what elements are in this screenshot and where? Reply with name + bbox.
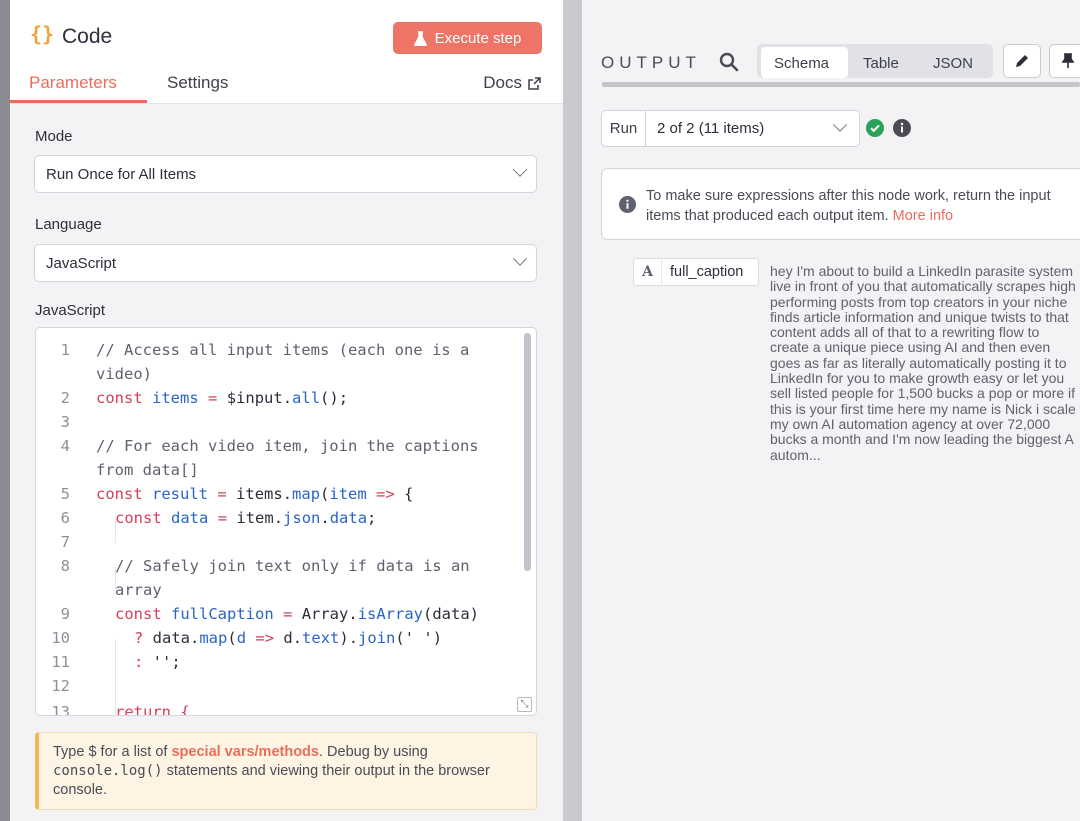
node-title[interactable]: Code	[62, 25, 112, 49]
success-check-icon	[866, 119, 884, 137]
code-editor[interactable]: 1 // Access all input items (each one is…	[35, 327, 537, 716]
edit-output-button[interactable]	[1003, 44, 1041, 78]
output-view-tabs: Schema Table JSON	[757, 44, 993, 78]
mode-value: Run Once for All Items	[46, 165, 197, 183]
code-line-9: const fullCaption = Array.isArray(data)	[115, 605, 480, 623]
execute-step-label: Execute step	[434, 29, 522, 47]
code-line-10: ? data.map(d => d.text).join(' ')	[134, 629, 443, 647]
node-header: {} Code Execute step Parameters Settings…	[10, 0, 563, 104]
tab-table[interactable]: Table	[863, 55, 899, 72]
info-icon[interactable]	[893, 119, 911, 137]
tab-parameters[interactable]: Parameters	[29, 73, 117, 93]
code-braces-icon: {}	[30, 22, 55, 46]
search-icon[interactable]	[719, 52, 739, 72]
notice-text: To make sure expressions after this node…	[646, 188, 1051, 224]
mode-select[interactable]: Run Once for All Items	[34, 155, 537, 193]
code-line-5: const result = items.map(item => {	[96, 485, 414, 503]
active-tab-indicator	[10, 100, 147, 103]
code-line-6: const data = item.json.data;	[115, 509, 377, 527]
pin-icon	[1061, 53, 1075, 68]
node-parameters-panel: {} Code Execute step Parameters Settings…	[10, 0, 563, 821]
code-scrollbar[interactable]	[524, 333, 531, 571]
code-line-11: : '';	[134, 653, 181, 671]
language-label: Language	[35, 216, 102, 233]
tab-settings[interactable]: Settings	[167, 73, 228, 93]
tab-schema[interactable]: Schema	[774, 55, 829, 72]
output-panel: OUTPUT Schema Table JSON Run 2 of 2 (11 …	[582, 0, 1080, 821]
tab-json[interactable]: JSON	[933, 55, 973, 72]
run-select[interactable]: Run 2 of 2 (11 items)	[601, 110, 860, 147]
resize-handle-icon[interactable]: ⤡	[517, 697, 532, 712]
code-line-2: const items = $input.all();	[96, 389, 349, 407]
mode-label: Mode	[35, 128, 73, 145]
pin-data-button[interactable]	[1049, 44, 1080, 78]
info-icon	[619, 196, 636, 213]
string-type-icon: A	[634, 259, 662, 285]
docs-link[interactable]: Docs	[483, 73, 541, 93]
special-vars-link[interactable]: special vars/methods	[171, 744, 319, 760]
language-select[interactable]: JavaScript	[34, 244, 537, 282]
run-label: Run	[602, 111, 646, 146]
chevron-down-icon	[512, 162, 528, 177]
debug-hint: Type $ for a list of special vars/method…	[35, 732, 537, 810]
field-value: hey I'm about to build a LinkedIn parasi…	[770, 263, 1076, 463]
external-link-icon	[528, 76, 541, 90]
flask-icon	[413, 30, 427, 46]
field-name: full_caption	[670, 264, 744, 280]
parameters-body: Mode Run Once for All Items Language Jav…	[10, 104, 563, 821]
chevron-down-icon	[832, 117, 848, 132]
schema-field-pill[interactable]: A full_caption	[633, 258, 759, 286]
chevron-down-icon	[512, 251, 528, 266]
panel-divider	[602, 82, 1080, 87]
code-label: JavaScript	[35, 302, 106, 319]
pencil-icon	[1016, 55, 1028, 67]
return-items-notice: To make sure expressions after this node…	[601, 168, 1080, 240]
output-title: OUTPUT	[601, 53, 701, 72]
language-value: JavaScript	[46, 254, 117, 272]
docs-label: Docs	[483, 73, 522, 92]
run-value: 2 of 2 (11 items)	[657, 120, 765, 137]
execute-step-button[interactable]: Execute step	[393, 22, 542, 54]
more-info-link[interactable]: More info	[893, 208, 953, 224]
canvas-gap	[560, 0, 582, 821]
